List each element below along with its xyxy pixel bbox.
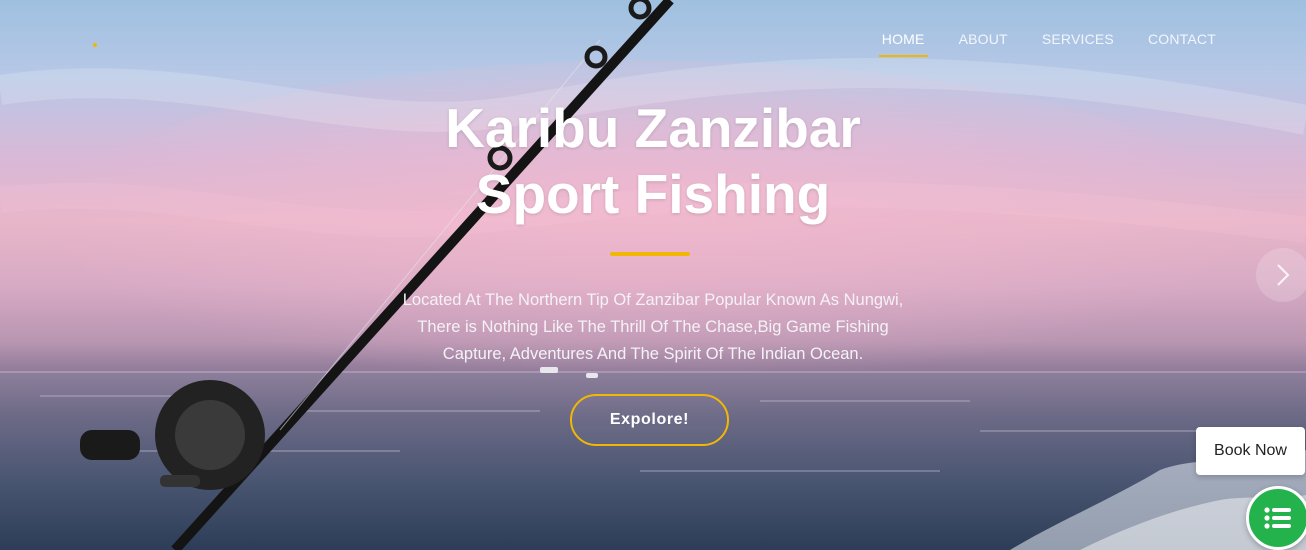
hero-title-line-2: Sport Fishing xyxy=(475,163,831,225)
nav-services[interactable]: SERVICES xyxy=(1042,31,1114,57)
main-navigation: HOME ABOUT SERVICES CONTACT xyxy=(878,31,1216,57)
slider-next-button[interactable] xyxy=(1256,248,1306,302)
hero-title: Karibu Zanzibar Sport Fishing xyxy=(0,95,1306,227)
hero-description-line-3: Capture, Adventures And The Spirit Of Th… xyxy=(442,345,864,363)
book-now-button[interactable]: Book Now xyxy=(1196,427,1305,475)
chat-widget-button[interactable] xyxy=(1246,486,1306,550)
site-logo[interactable] xyxy=(93,43,97,47)
hero-description: Located At The Northern Tip Of Zanzibar … xyxy=(0,287,1306,368)
hero-description-line-2: There is Nothing Like The Thrill Of The … xyxy=(417,318,889,336)
hero-description-line-1: Located At The Northern Tip Of Zanzibar … xyxy=(402,291,904,309)
nav-home[interactable]: HOME xyxy=(878,31,928,57)
nav-about[interactable]: ABOUT xyxy=(959,31,1008,57)
title-divider xyxy=(610,252,690,256)
hero-slider xyxy=(0,0,1306,550)
chevron-right-icon xyxy=(1277,264,1290,286)
explore-button[interactable]: Expolore! xyxy=(570,394,729,446)
nav-contact[interactable]: CONTACT xyxy=(1148,31,1216,57)
list-icon xyxy=(1264,507,1291,529)
hero-title-line-1: Karibu Zanzibar xyxy=(445,97,861,159)
hero-background-image xyxy=(0,0,1306,550)
